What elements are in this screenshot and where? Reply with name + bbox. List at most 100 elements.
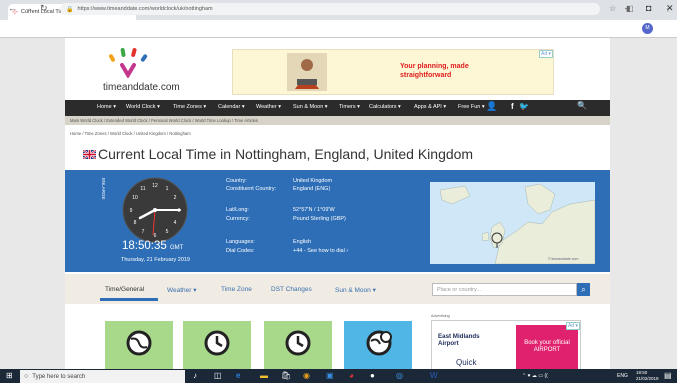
address-bar[interactable]: 🔒 https://www.timeanddate.com/worldclock…: [60, 3, 600, 15]
nav-calculators[interactable]: Calculators ▾: [369, 104, 401, 110]
notifications-icon[interactable]: ▤: [664, 371, 672, 380]
firefox-icon[interactable]: ◉: [303, 371, 310, 380]
extension-icon[interactable]: ◧: [626, 4, 634, 13]
ad-person-icon: [287, 53, 327, 91]
tab-sun-moon[interactable]: Sun & Moon ▾: [335, 286, 376, 294]
info-value-languages: English: [293, 239, 312, 245]
clock-icon: [285, 330, 311, 356]
user-account-icon[interactable]: 👤: [486, 101, 497, 112]
clock-number: 1: [166, 186, 169, 192]
nav-world-clock[interactable]: World Clock ▾: [126, 104, 160, 110]
search-icon: ○: [24, 373, 29, 380]
back-icon[interactable]: ←: [8, 3, 17, 13]
microphone-icon[interactable]: ♪: [193, 371, 197, 380]
page-title: Current Local Time in Nottingham, Englan…: [98, 146, 474, 162]
nav-home[interactable]: Home ▾: [97, 104, 116, 110]
tab-weather[interactable]: Weather ▾: [167, 286, 197, 294]
ad-headline[interactable]: Your planning, made straightforward: [400, 62, 490, 80]
enlarge-clock-button[interactable]: ENLARGE: [101, 178, 106, 200]
clock-number: 12: [152, 183, 158, 189]
tile-global-clocks[interactable]: [344, 321, 412, 369]
clock-icon: [204, 330, 230, 356]
bookmark-star-icon[interactable]: ☆: [609, 4, 616, 13]
top-advertisement[interactable]: [232, 49, 554, 95]
file-explorer-icon[interactable]: ▬: [260, 371, 268, 380]
nav-sun-moon[interactable]: Sun & Moon ▾: [293, 104, 328, 110]
tab-dst-changes[interactable]: DST Changes: [271, 286, 312, 293]
info-value-latlong: 52°57'N / 1°09'W: [293, 207, 335, 213]
clock-number: 2: [174, 195, 177, 201]
tile-clock-2[interactable]: [264, 321, 332, 369]
current-time: 18:50:35 GMT: [122, 240, 183, 252]
breadcrumb[interactable]: Home / Time Zones / World Clock / United…: [70, 131, 191, 136]
windows-start-icon[interactable]: ⊞: [6, 371, 13, 380]
sub-navigation-links[interactable]: Main World Clock / Extended World Clock …: [70, 118, 258, 123]
chrome-icon[interactable]: ◕: [349, 371, 354, 380]
maximize-button[interactable]: ◘: [646, 3, 651, 13]
task-view-icon[interactable]: ◫: [214, 371, 222, 380]
nav-apps-api[interactable]: Apps & API ▾: [414, 104, 446, 110]
app-icon[interactable]: ▣: [326, 371, 334, 380]
time-value: 18:50:35: [122, 240, 167, 252]
info-value-country[interactable]: United Kingdom: [293, 178, 332, 184]
tile-clock-1[interactable]: [183, 321, 251, 369]
forward-icon[interactable]: →: [24, 3, 33, 13]
tile-world-time[interactable]: [105, 321, 173, 369]
taskbar-clock[interactable]: 18:50 21/02/2019: [636, 370, 659, 382]
nav-free-fun[interactable]: Free Fun ▾: [458, 104, 485, 110]
input-language[interactable]: ENG: [617, 373, 628, 379]
clock-number: 9: [130, 208, 133, 214]
edge-icon[interactable]: e: [236, 371, 240, 380]
account-avatar[interactable]: M: [642, 23, 653, 34]
ad-choices-tag[interactable]: Ad ▾: [539, 50, 554, 58]
tab-time-general[interactable]: Time/General: [105, 286, 144, 293]
nav-time-zones[interactable]: Time Zones ▾: [173, 104, 206, 110]
info-label: Currency:: [226, 216, 250, 222]
info-label: Constituent Country:: [226, 186, 277, 192]
place-search-button[interactable]: ⌕: [577, 283, 590, 296]
timezone-abbr[interactable]: GMT: [170, 245, 183, 251]
info-label: Dial Codes:: [226, 248, 255, 254]
uk-flag-icon: [83, 150, 96, 159]
search-icon[interactable]: 🔍: [577, 101, 587, 110]
system-tray-icons[interactable]: ⌃ ♥ ☁ ▭ ((: [522, 373, 548, 379]
app-icon[interactable]: ◎: [396, 371, 403, 380]
advertising-label: Advertising: [431, 314, 450, 318]
tab-time-zone[interactable]: Time Zone: [221, 286, 252, 293]
ad-airport-logo[interactable]: East Midlands Airport: [438, 333, 488, 347]
clock-number: 11: [140, 186, 145, 192]
active-tab-indicator: [100, 298, 158, 301]
location-map[interactable]: [430, 182, 595, 264]
ad-choices-tag[interactable]: Ad ▾: [566, 322, 581, 330]
nav-weather[interactable]: Weather ▾: [256, 104, 281, 110]
social-facebook-icon[interactable]: f: [511, 102, 514, 111]
social-twitter-icon[interactable]: 🐦: [519, 102, 529, 111]
info-label: Country:: [226, 178, 247, 184]
clock-number: 6: [154, 233, 157, 239]
clock-number: 4: [174, 220, 177, 226]
map-credit: © timeanddate.com: [548, 257, 579, 261]
clock-number: 8: [134, 220, 137, 226]
store-icon[interactable]: 🛍: [281, 371, 291, 380]
menu-icon[interactable]: ⋮: [664, 4, 672, 13]
dial-codes-link[interactable]: +44 - See how to dial ›: [293, 248, 348, 254]
taskbar-search-placeholder: Type here to search: [32, 373, 86, 380]
nav-timers[interactable]: Timers ▾: [339, 104, 360, 110]
ad-quick-text[interactable]: Quick: [456, 358, 476, 367]
analog-clock: 12 1 2 3 4 5 6 7 8 9 10 11: [122, 177, 188, 243]
lock-icon: 🔒: [66, 6, 74, 13]
timeanddate-logo-icon[interactable]: [105, 48, 151, 78]
nav-calendar[interactable]: Calendar ▾: [218, 104, 245, 110]
clock-number: 7: [142, 229, 145, 235]
info-value-constituent: England (ENG): [293, 186, 331, 192]
clock-number: 5: [166, 229, 169, 235]
reload-icon[interactable]: ↻: [40, 3, 48, 14]
word-icon[interactable]: W: [430, 371, 438, 380]
app-icon[interactable]: ●: [370, 371, 375, 380]
taskbar-search[interactable]: ○ Type here to search: [20, 370, 185, 383]
address-toolbar: [0, 20, 677, 38]
current-date: Thursday, 21 February 2019: [121, 257, 190, 263]
ad-book-text[interactable]: Book your official AIRPORT: [520, 340, 574, 354]
logo-text[interactable]: timeanddate.com: [103, 82, 180, 93]
place-search-input[interactable]: Place or country...: [432, 283, 577, 296]
